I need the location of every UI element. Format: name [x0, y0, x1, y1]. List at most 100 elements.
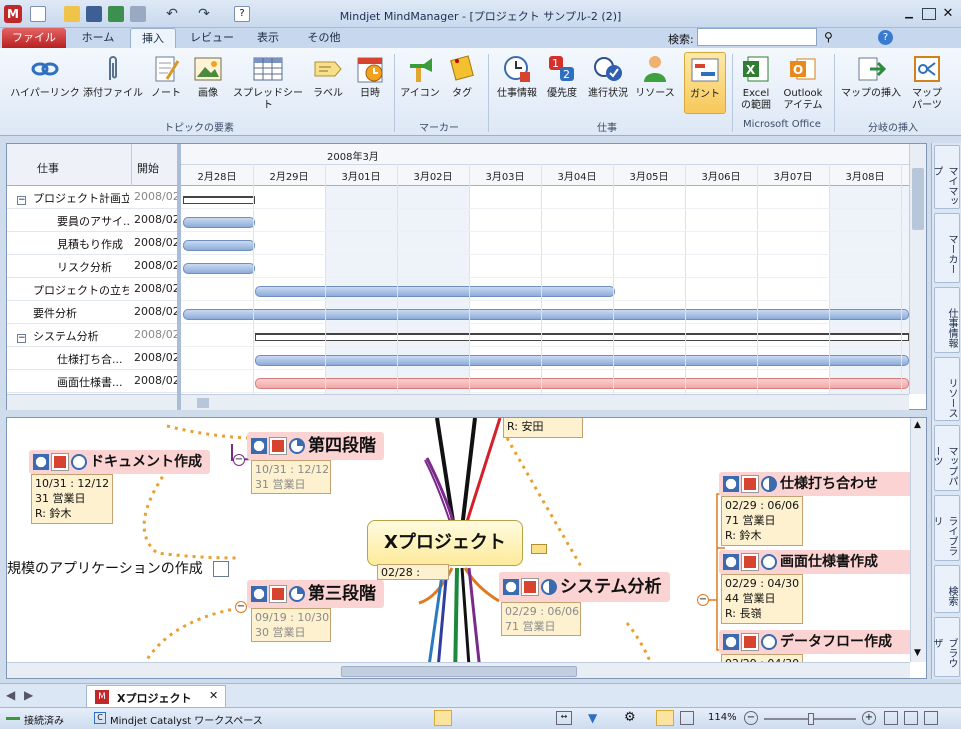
topic-document[interactable]: ドキュメント作成: [29, 450, 210, 474]
sidebar-tab-resources[interactable]: リソース: [934, 357, 960, 421]
task-row[interactable]: プロジェクトの立ち... 2008/02: [7, 278, 177, 301]
help-icon[interactable]: ?: [878, 30, 893, 45]
topic-dataflow[interactable]: データフロー作成: [719, 630, 915, 654]
excel-range-button[interactable]: X Excel の範囲: [736, 54, 776, 112]
task-bar[interactable]: [183, 217, 255, 228]
fullscreen-icon[interactable]: [924, 711, 938, 725]
collapse-node-icon[interactable]: −: [233, 454, 245, 466]
sidebar-tab-browser[interactable]: ブラウザ: [931, 617, 960, 677]
task-column-header[interactable]: 仕事: [37, 160, 59, 176]
attachment-button[interactable]: 添付ファイル: [82, 54, 144, 100]
task-row[interactable]: 仕様打ち合... 2008/02: [7, 347, 177, 370]
tab-view[interactable]: 表示: [246, 28, 290, 48]
settings-icon[interactable]: ⚙: [624, 710, 636, 725]
task-bar[interactable]: [183, 240, 255, 251]
scroll-thumb[interactable]: [912, 168, 924, 230]
task-bar[interactable]: [183, 263, 255, 274]
task-bar[interactable]: [255, 355, 909, 366]
minimize-button[interactable]: ▁: [902, 8, 916, 20]
task-bar[interactable]: [183, 309, 909, 320]
spreadsheet-button[interactable]: スプレッドシート: [230, 54, 306, 112]
note-button[interactable]: ノート: [146, 54, 186, 100]
fit-page-icon[interactable]: [904, 711, 918, 725]
label-button[interactable]: ラベル: [308, 54, 348, 100]
summary-bar[interactable]: [255, 333, 909, 341]
forward-arrow-icon[interactable]: ▶: [24, 688, 33, 702]
sidebar-tab-task-info[interactable]: 仕事情報: [934, 287, 960, 353]
datetime-button[interactable]: 日時: [350, 54, 390, 100]
gantt-view-icon[interactable]: [434, 710, 452, 726]
start-column-header[interactable]: 開始: [137, 160, 159, 176]
topic-app[interactable]: 規模のアプリケーションの作成: [7, 558, 232, 580]
resource-button[interactable]: リソース: [632, 54, 678, 100]
binoculars-icon[interactable]: ⚲: [824, 30, 833, 44]
search-input[interactable]: [697, 28, 817, 46]
tab-insert[interactable]: 挿入: [130, 28, 176, 48]
task-row[interactable]: 要員のアサイ... 2008/02: [7, 209, 177, 232]
filter-icon[interactable]: ▼: [588, 711, 597, 725]
doc-tab-active[interactable]: M Xプロジェクト ✕: [86, 685, 226, 707]
topic-system-analysis[interactable]: システム分析: [499, 572, 670, 602]
back-arrow-icon[interactable]: ◀: [6, 688, 15, 702]
mind-map-canvas[interactable]: R: 安田 ドキュメント作成 − 10/31 : 12/12 31 営業日 R:…: [6, 417, 927, 679]
tag-button[interactable]: タグ: [444, 54, 480, 100]
task-info-button[interactable]: 仕事情報: [492, 54, 542, 100]
zoom-in-icon[interactable]: +: [862, 711, 876, 725]
sidebar-tab-markers[interactable]: マーカー: [934, 213, 960, 283]
fit-map-icon[interactable]: [884, 711, 898, 725]
fit-width-icon[interactable]: ↔: [556, 711, 572, 725]
map-vscrollbar[interactable]: ▲ ▼: [910, 418, 926, 662]
gantt-button[interactable]: ガント: [684, 52, 726, 114]
outline-view-icon[interactable]: [680, 711, 694, 725]
scroll-thumb[interactable]: [341, 666, 577, 677]
sidebar-tab-library[interactable]: ライブラリ: [931, 495, 960, 561]
sidebar-tab-my-maps[interactable]: マイマップ: [931, 145, 960, 209]
task-bar[interactable]: [255, 378, 909, 389]
insert-map-button[interactable]: マップの挿入: [838, 54, 904, 100]
central-topic[interactable]: Xプロジェクト: [367, 520, 523, 566]
topic-phase-4[interactable]: 第四段階: [247, 432, 384, 460]
summary-bar[interactable]: [183, 196, 255, 204]
scroll-up-icon[interactable]: ▲: [914, 420, 921, 430]
collapse-node-icon[interactable]: −: [235, 601, 247, 613]
workspace-label[interactable]: Mindjet Catalyst ワークスペース: [110, 712, 263, 727]
task-row[interactable]: システム分析 2008/02: [7, 324, 177, 347]
task-row[interactable]: 要件分析 2008/02: [7, 301, 177, 324]
gantt-vscrollbar[interactable]: [909, 144, 926, 394]
task-bar[interactable]: [255, 286, 615, 297]
zoom-slider-thumb[interactable]: [808, 713, 814, 725]
timeline-hscrollbar[interactable]: [181, 394, 909, 410]
table-hscrollbar[interactable]: [7, 394, 177, 410]
scroll-thumb[interactable]: [197, 398, 209, 408]
topic-screen-spec[interactable]: 画面仕様書作成: [719, 550, 915, 574]
zoom-out-icon[interactable]: −: [744, 711, 758, 725]
hyperlink-button[interactable]: ハイパーリンク: [8, 54, 82, 100]
tab-home[interactable]: ホーム: [70, 28, 126, 48]
task-row[interactable]: 画面仕様書... 2008/02: [7, 370, 177, 393]
image-button[interactable]: 画像: [188, 54, 228, 100]
connection-status[interactable]: 接続済み: [24, 712, 64, 727]
progress-button[interactable]: 進行状況: [584, 54, 632, 100]
map-hscrollbar[interactable]: [7, 662, 910, 678]
sidebar-tab-map-parts[interactable]: マップパーツ: [931, 425, 960, 491]
resource-box[interactable]: R: 安田: [503, 418, 583, 438]
sidebar-tab-search[interactable]: 検索: [934, 565, 960, 613]
close-button[interactable]: ✕: [941, 6, 955, 21]
outlook-item-button[interactable]: O Outlook アイテム: [778, 54, 828, 112]
priority-button[interactable]: 12 優先度: [542, 54, 582, 100]
topic-phase-3[interactable]: 第三段階: [247, 580, 384, 608]
task-row[interactable]: 見積もり作成 2008/02: [7, 232, 177, 255]
map-parts-button[interactable]: マップ パーツ: [906, 54, 948, 112]
topic-spec-meeting[interactable]: 仕様打ち合わせ: [719, 472, 915, 496]
scroll-down-icon[interactable]: ▼: [914, 648, 921, 658]
tab-file[interactable]: ファイル: [2, 28, 66, 48]
task-row[interactable]: プロジェクト計画立... 2008/02: [7, 186, 177, 209]
zoom-slider[interactable]: [764, 713, 856, 725]
map-view-icon[interactable]: [656, 710, 674, 726]
task-row[interactable]: リスク分析 2008/02: [7, 255, 177, 278]
doc-tab-close-icon[interactable]: ✕: [209, 689, 218, 702]
icon-button[interactable]: アイコン: [398, 54, 442, 100]
collapse-node-icon[interactable]: −: [697, 594, 709, 606]
tab-review[interactable]: レビュー: [184, 28, 240, 48]
restore-button[interactable]: [922, 8, 936, 20]
